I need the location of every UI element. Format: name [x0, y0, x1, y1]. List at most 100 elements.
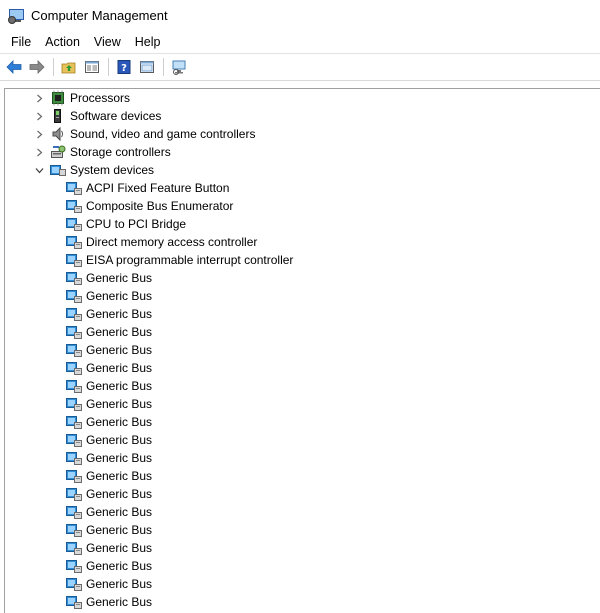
device-list-item[interactable]: Generic Bus [5, 287, 600, 305]
show-hide-tree-icon [85, 61, 99, 73]
device-list-item[interactable]: Generic Bus [5, 359, 600, 377]
help-button[interactable]: ? [114, 57, 134, 77]
device-icon [66, 306, 82, 322]
tree-category-label: System devices [70, 163, 155, 177]
device-list-item[interactable]: Composite Bus Enumerator [5, 197, 600, 215]
device-icon [66, 486, 82, 502]
expand-toggle[interactable] [33, 92, 46, 105]
expand-toggle[interactable] [33, 146, 46, 159]
show-hide-console-tree-button[interactable] [82, 57, 102, 77]
device-icon [66, 558, 82, 574]
software-device-icon [50, 108, 66, 124]
title-bar: Computer Management [0, 0, 600, 31]
device-icon [66, 342, 82, 358]
device-label: Generic Bus [86, 433, 153, 447]
tree-category-sound-video-and-game-controllers[interactable]: Sound, video and game controllers [5, 125, 600, 143]
tree-category-software-devices[interactable]: Software devices [5, 107, 600, 125]
device-icon [66, 378, 82, 394]
forward-arrow-icon [29, 60, 45, 74]
device-label: CPU to PCI Bridge [86, 217, 187, 231]
device-label: Direct memory access controller [86, 235, 258, 249]
collapse-toggle[interactable] [33, 164, 46, 177]
expand-toggle[interactable] [33, 110, 46, 123]
tree-category-label: Sound, video and game controllers [70, 127, 256, 141]
computer-management-icon [8, 8, 24, 24]
device-list-item[interactable]: Generic Bus [5, 503, 600, 521]
device-label: Generic Bus [86, 343, 153, 357]
device-list-item[interactable]: ACPI Fixed Feature Button [5, 179, 600, 197]
device-label: Generic Bus [86, 289, 153, 303]
device-label: EISA programmable interrupt controller [86, 253, 294, 267]
window-title: Computer Management [31, 8, 168, 23]
device-label: Generic Bus [86, 523, 153, 537]
device-list-item[interactable]: Generic Bus [5, 485, 600, 503]
back-arrow-icon [6, 60, 22, 74]
device-list-item[interactable]: Generic Bus [5, 539, 600, 557]
chevron-right-icon [37, 94, 43, 102]
device-label: Generic Bus [86, 451, 153, 465]
device-icon [66, 234, 82, 250]
device-icon [66, 504, 82, 520]
device-icon [66, 216, 82, 232]
device-icon [66, 396, 82, 412]
device-label: Generic Bus [86, 469, 153, 483]
device-icon [66, 576, 82, 592]
forward-button[interactable] [27, 57, 47, 77]
device-label: Generic Bus [86, 325, 153, 339]
up-one-level-button[interactable] [59, 57, 79, 77]
speaker-icon [50, 126, 66, 142]
device-label: ACPI Fixed Feature Button [86, 181, 230, 195]
device-label: Composite Bus Enumerator [86, 199, 234, 213]
device-tree: Processors Software devices Sound, video a… [4, 88, 600, 613]
back-button[interactable] [4, 57, 24, 77]
chevron-right-icon [37, 130, 43, 138]
menu-view[interactable]: View [87, 31, 128, 53]
device-list-item[interactable]: Generic Bus [5, 449, 600, 467]
device-list-item[interactable]: Generic Bus [5, 269, 600, 287]
device-list-item[interactable]: Generic Bus [5, 521, 600, 539]
device-list-item[interactable]: CPU to PCI Bridge [5, 215, 600, 233]
tree-category-system-devices[interactable]: System devices [5, 161, 600, 179]
tree-category-processors[interactable]: Processors [5, 89, 600, 107]
chevron-right-icon [37, 112, 43, 120]
device-icon [66, 324, 82, 340]
device-list-item[interactable]: Generic Bus [5, 305, 600, 323]
menu-file[interactable]: File [4, 31, 38, 53]
toolbar-separator [163, 58, 164, 76]
device-list-item[interactable]: Generic Bus [5, 593, 600, 611]
device-label: Generic Bus [86, 307, 153, 321]
device-label: Generic Bus [86, 361, 153, 375]
scan-for-hardware-changes-button[interactable] [169, 57, 189, 77]
device-icon [66, 450, 82, 466]
device-list-item[interactable]: Generic Bus [5, 323, 600, 341]
device-label: Generic Bus [86, 271, 153, 285]
device-list-item[interactable]: Generic Bus [5, 467, 600, 485]
properties-icon [140, 61, 154, 73]
device-icon [66, 540, 82, 556]
device-list-item[interactable]: Generic Bus [5, 413, 600, 431]
device-list-item[interactable]: Generic Bus [5, 377, 600, 395]
device-icon [66, 522, 82, 538]
device-list-item[interactable]: Generic Bus [5, 557, 600, 575]
svg-text:?: ? [121, 63, 127, 74]
toolbar-separator [53, 58, 54, 76]
menu-action[interactable]: Action [38, 31, 87, 53]
device-label: Generic Bus [86, 505, 153, 519]
properties-button[interactable] [137, 57, 157, 77]
device-list-item[interactable]: EISA programmable interrupt controller [5, 251, 600, 269]
help-icon: ? [117, 60, 131, 74]
device-icon [66, 288, 82, 304]
chevron-down-icon [35, 167, 44, 173]
menu-help[interactable]: Help [128, 31, 168, 53]
expand-toggle[interactable] [33, 128, 46, 141]
device-icon [66, 594, 82, 610]
device-list-item[interactable]: Generic Bus [5, 575, 600, 593]
device-label: Generic Bus [86, 541, 153, 555]
device-label: Generic Bus [86, 397, 153, 411]
tree-category-storage-controllers[interactable]: Storage controllers [5, 143, 600, 161]
device-list-item[interactable]: Generic Bus [5, 395, 600, 413]
device-list-item[interactable]: Generic Bus [5, 431, 600, 449]
device-list-item[interactable]: Generic Bus [5, 341, 600, 359]
device-icon [66, 198, 82, 214]
device-list-item[interactable]: Direct memory access controller [5, 233, 600, 251]
